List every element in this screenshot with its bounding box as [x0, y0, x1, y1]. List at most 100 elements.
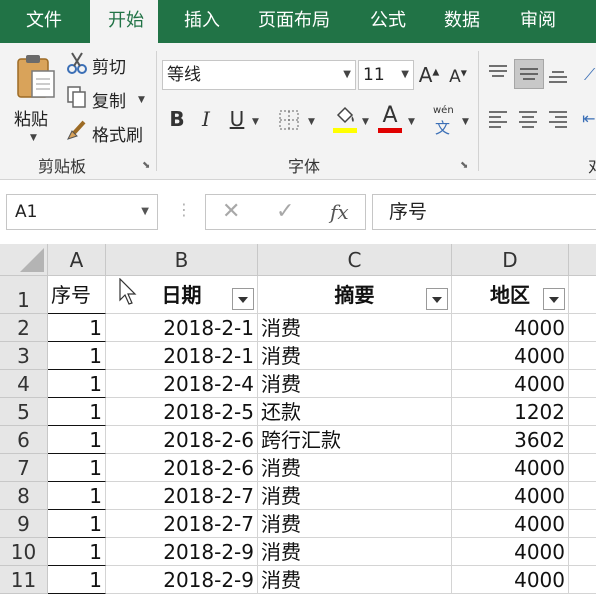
table-cell[interactable]: 4000: [452, 482, 569, 510]
phonetic-dropdown-icon[interactable]: ▼: [462, 117, 469, 127]
row-header[interactable]: 10: [0, 538, 48, 566]
tab-formulas[interactable]: 公式: [370, 0, 406, 43]
empty-cell[interactable]: [569, 314, 596, 342]
empty-cell[interactable]: [569, 538, 596, 566]
copy-dropdown-icon[interactable]: ▼: [138, 95, 145, 105]
table-cell[interactable]: 1202: [452, 398, 569, 426]
align-right-button[interactable]: [546, 107, 572, 133]
phonetic-guide-button[interactable]: wén 文: [430, 105, 460, 137]
column-header-a[interactable]: A: [48, 244, 106, 276]
table-cell[interactable]: 消费: [258, 342, 452, 370]
empty-cell[interactable]: [569, 566, 596, 594]
orientation-partial-icon[interactable]: ⟋: [584, 65, 596, 89]
column-header-d[interactable]: D: [452, 244, 569, 276]
row-header[interactable]: 11: [0, 566, 48, 594]
table-cell[interactable]: 1: [48, 566, 106, 594]
font-size-combo[interactable]: 11 ▼: [358, 60, 414, 90]
insert-function-icon[interactable]: fx: [330, 200, 349, 224]
font-name-combo[interactable]: 等线 ▼: [162, 60, 356, 90]
table-cell[interactable]: 消费: [258, 538, 452, 566]
bold-button[interactable]: B: [166, 107, 188, 131]
font-launcher-icon[interactable]: ⬊: [460, 160, 468, 171]
table-cell[interactable]: 消费: [258, 370, 452, 398]
italic-button[interactable]: I: [196, 107, 216, 131]
table-cell[interactable]: 4000: [452, 566, 569, 594]
filter-dropdown-icon[interactable]: [543, 288, 565, 310]
align-bottom-button[interactable]: [546, 61, 572, 87]
table-cell[interactable]: 2018-2-1: [106, 314, 258, 342]
row-header[interactable]: 4: [0, 370, 48, 398]
align-middle-button[interactable]: [514, 59, 544, 89]
table-cell[interactable]: 1: [48, 370, 106, 398]
row-header[interactable]: 7: [0, 454, 48, 482]
paste-dropdown-icon[interactable]: ▼: [30, 133, 37, 143]
copy-button[interactable]: 复制 ▼: [64, 85, 150, 112]
align-left-button[interactable]: [486, 107, 512, 133]
paste-button[interactable]: 粘贴 ▼: [10, 49, 60, 145]
table-cell[interactable]: 2018-2-7: [106, 482, 258, 510]
font-color-button[interactable]: A: [376, 103, 404, 135]
fill-color-button[interactable]: [332, 105, 358, 135]
align-center-button[interactable]: [516, 107, 542, 133]
table-cell[interactable]: 消费: [258, 482, 452, 510]
underline-dropdown-icon[interactable]: ▼: [252, 117, 259, 127]
table-cell[interactable]: 1: [48, 538, 106, 566]
table-cell[interactable]: 2018-2-7: [106, 510, 258, 538]
row-header[interactable]: 5: [0, 398, 48, 426]
name-box[interactable]: A1 ▼: [6, 194, 158, 230]
tab-insert[interactable]: 插入: [184, 0, 220, 43]
column-header-b[interactable]: B: [106, 244, 258, 276]
cut-button[interactable]: 剪切: [64, 51, 136, 78]
table-cell[interactable]: 1: [48, 454, 106, 482]
empty-cell[interactable]: [569, 342, 596, 370]
empty-cell[interactable]: [569, 482, 596, 510]
table-cell[interactable]: 4000: [452, 370, 569, 398]
tab-home[interactable]: 开始: [90, 0, 158, 45]
format-painter-button[interactable]: 格式刷: [64, 119, 154, 146]
table-cell[interactable]: 1: [48, 314, 106, 342]
table-cell[interactable]: 跨行汇款: [258, 426, 452, 454]
table-cell[interactable]: 2018-2-6: [106, 454, 258, 482]
empty-cell[interactable]: [569, 454, 596, 482]
table-cell[interactable]: 2018-2-5: [106, 398, 258, 426]
header-cell[interactable]: 摘要: [258, 276, 452, 314]
table-cell[interactable]: 1: [48, 342, 106, 370]
borders-dropdown-icon[interactable]: ▼: [308, 117, 315, 127]
table-cell[interactable]: 2018-2-6: [106, 426, 258, 454]
filter-dropdown-icon[interactable]: [426, 288, 448, 310]
table-cell[interactable]: 4000: [452, 314, 569, 342]
enter-icon[interactable]: ✓: [276, 199, 294, 224]
empty-cell[interactable]: [569, 370, 596, 398]
name-box-dropdown-icon[interactable]: ▼: [141, 195, 149, 229]
table-cell[interactable]: 4000: [452, 342, 569, 370]
row-header[interactable]: 3: [0, 342, 48, 370]
tab-data[interactable]: 数据: [444, 0, 480, 43]
align-top-button[interactable]: [486, 61, 512, 87]
filter-dropdown-icon[interactable]: [232, 288, 254, 310]
row-header[interactable]: 8: [0, 482, 48, 510]
table-cell[interactable]: 4000: [452, 454, 569, 482]
underline-button[interactable]: U: [226, 107, 248, 131]
formula-bar-splitter[interactable]: ⋮: [176, 200, 192, 219]
row-header[interactable]: 2: [0, 314, 48, 342]
table-cell[interactable]: 1: [48, 482, 106, 510]
table-cell[interactable]: 消费: [258, 454, 452, 482]
column-header-c[interactable]: C: [258, 244, 452, 276]
increase-font-size-icon[interactable]: A▲: [418, 63, 440, 87]
table-cell[interactable]: 消费: [258, 510, 452, 538]
table-cell[interactable]: 2018-2-1: [106, 342, 258, 370]
tab-file[interactable]: 文件: [26, 0, 62, 43]
font-size-dropdown-icon[interactable]: ▼: [401, 61, 409, 89]
row-header[interactable]: 6: [0, 426, 48, 454]
table-cell[interactable]: 2018-2-9: [106, 566, 258, 594]
table-cell[interactable]: 1: [48, 510, 106, 538]
borders-button[interactable]: [278, 109, 302, 131]
header-cell-seq[interactable]: 序号: [48, 276, 106, 314]
table-cell[interactable]: 4000: [452, 510, 569, 538]
row-header[interactable]: 1: [0, 276, 48, 314]
empty-cell[interactable]: [569, 426, 596, 454]
table-cell[interactable]: 1: [48, 398, 106, 426]
empty-cell[interactable]: [569, 276, 596, 314]
tab-page-layout[interactable]: 页面布局: [258, 0, 330, 43]
table-cell[interactable]: 2018-2-9: [106, 538, 258, 566]
